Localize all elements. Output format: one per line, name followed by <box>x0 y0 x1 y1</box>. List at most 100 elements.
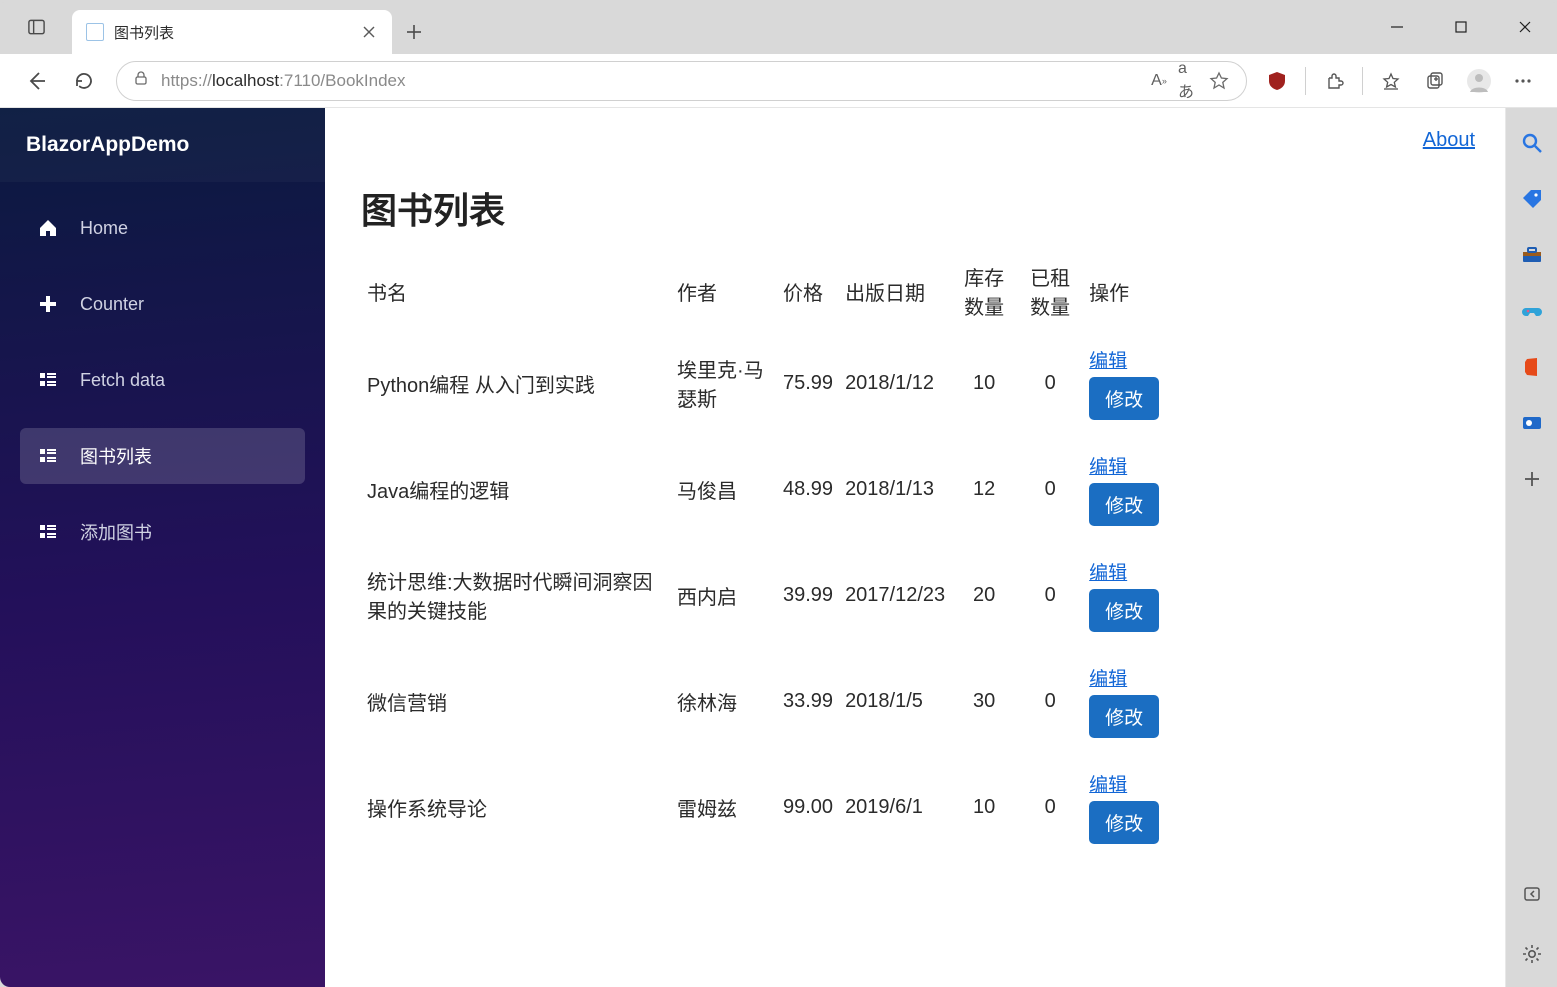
about-link[interactable]: About <box>1423 129 1475 152</box>
cell-actions: 编辑修改 <box>1083 330 1469 436</box>
add-sidebar-icon[interactable] <box>1519 466 1545 492</box>
app-brand: BlazorAppDemo <box>0 108 325 182</box>
list-icon <box>36 368 60 392</box>
back-button[interactable] <box>14 59 58 103</box>
list-icon <box>36 444 60 468</box>
cell-author: 马俊昌 <box>671 436 777 542</box>
page-title: 图书列表 <box>361 182 1469 234</box>
cell-rented: 0 <box>1017 436 1083 542</box>
sidebar-item-label: Counter <box>80 294 144 315</box>
tab-actions-icon[interactable] <box>27 18 46 37</box>
list-icon <box>36 520 60 544</box>
edit-link[interactable]: 编辑 <box>1089 558 1127 585</box>
cell-actions: 编辑修改 <box>1083 754 1469 860</box>
shopping-tag-icon[interactable] <box>1519 186 1545 212</box>
favorite-icon[interactable] <box>1208 70 1230 92</box>
cell-rented: 0 <box>1017 754 1083 860</box>
cell-rented: 0 <box>1017 330 1083 436</box>
url-text: https://localhost:7110/BookIndex <box>161 71 1136 91</box>
cell-title: Java编程的逻辑 <box>361 436 671 542</box>
games-icon[interactable] <box>1519 298 1545 324</box>
cell-author: 雷姆兹 <box>671 754 777 860</box>
table-row: Python编程 从入门到实践埃里克·马瑟斯75.992018/1/12100编… <box>361 330 1469 436</box>
table-row: 微信营销徐林海33.992018/1/5300编辑修改 <box>361 648 1469 754</box>
sidebar-item-label: Fetch data <box>80 370 165 391</box>
cell-author: 徐林海 <box>671 648 777 754</box>
cell-pubdate: 2019/6/1 <box>839 754 951 860</box>
edit-link[interactable]: 编辑 <box>1089 664 1127 691</box>
ublock-icon[interactable] <box>1257 61 1297 101</box>
collapse-sidebar-icon[interactable] <box>1519 881 1545 907</box>
new-tab-button[interactable] <box>392 10 436 54</box>
home-icon <box>36 216 60 240</box>
refresh-button[interactable] <box>62 59 106 103</box>
cell-rented: 0 <box>1017 542 1083 648</box>
browser-tab[interactable]: 图书列表 <box>72 10 392 54</box>
cell-title: Python编程 从入门到实践 <box>361 330 671 436</box>
cell-title: 微信营销 <box>361 648 671 754</box>
modify-button[interactable]: 修改 <box>1089 483 1159 526</box>
window-maximize-button[interactable] <box>1429 0 1493 54</box>
cell-stock: 30 <box>951 648 1017 754</box>
cell-pubdate: 2018/1/12 <box>839 330 951 436</box>
cell-actions: 编辑修改 <box>1083 648 1469 754</box>
url-input[interactable]: https://localhost:7110/BookIndex A» aあ <box>116 61 1247 101</box>
modify-button[interactable]: 修改 <box>1089 695 1159 738</box>
cell-price: 99.00 <box>777 754 839 860</box>
cell-title: 操作系统导论 <box>361 754 671 860</box>
tab-favicon <box>86 23 104 41</box>
profile-icon[interactable] <box>1459 61 1499 101</box>
cell-author: 埃里克·马瑟斯 <box>671 330 777 436</box>
more-menu-icon[interactable] <box>1503 61 1543 101</box>
table-row: 操作系统导论雷姆兹99.002019/6/1100编辑修改 <box>361 754 1469 860</box>
favorites-bar-icon[interactable] <box>1371 61 1411 101</box>
modify-button[interactable]: 修改 <box>1089 377 1159 420</box>
window-close-button[interactable] <box>1493 0 1557 54</box>
book-table: 书名 作者 价格 出版日期 库存数量 已租数量 操作 Python编程 从入门到… <box>361 252 1469 860</box>
cell-author: 西内启 <box>671 542 777 648</box>
th-author: 作者 <box>671 252 777 330</box>
cell-stock: 10 <box>951 754 1017 860</box>
cell-rented: 0 <box>1017 648 1083 754</box>
table-row: Java编程的逻辑马俊昌48.992018/1/13120编辑修改 <box>361 436 1469 542</box>
outlook-icon[interactable] <box>1519 410 1545 436</box>
cell-actions: 编辑修改 <box>1083 436 1469 542</box>
main-content: About 图书列表 书名 作者 价格 出版日期 库存数量 <box>325 108 1505 987</box>
table-row: 统计思维:大数据时代瞬间洞察因果的关键技能西内启39.992017/12/232… <box>361 542 1469 648</box>
extensions-icon[interactable] <box>1314 61 1354 101</box>
read-aloud-icon[interactable]: A» <box>1148 70 1170 92</box>
toolbar-divider <box>1305 67 1306 95</box>
th-pubdate: 出版日期 <box>839 252 951 330</box>
edit-link[interactable]: 编辑 <box>1089 346 1127 373</box>
sidebar-item-addbook[interactable]: 添加图书 <box>20 504 305 560</box>
th-rented: 已租数量 <box>1017 252 1083 330</box>
tab-title: 图书列表 <box>114 22 350 43</box>
cell-stock: 10 <box>951 330 1017 436</box>
collections-icon[interactable] <box>1415 61 1455 101</box>
toolbar-divider <box>1362 67 1363 95</box>
sidebar-item-fetchdata[interactable]: Fetch data <box>20 352 305 408</box>
th-stock: 库存数量 <box>951 252 1017 330</box>
sidebar-item-counter[interactable]: Counter <box>20 276 305 332</box>
modify-button[interactable]: 修改 <box>1089 801 1159 844</box>
settings-icon[interactable] <box>1519 941 1545 967</box>
window-titlebar: 图书列表 <box>0 0 1557 54</box>
window-minimize-button[interactable] <box>1365 0 1429 54</box>
edit-link[interactable]: 编辑 <box>1089 452 1127 479</box>
translate-icon[interactable]: aあ <box>1178 70 1200 92</box>
sidebar-item-home[interactable]: Home <box>20 200 305 256</box>
tab-close-button[interactable] <box>360 23 378 41</box>
address-bar: https://localhost:7110/BookIndex A» aあ <box>0 54 1557 108</box>
search-icon[interactable] <box>1519 130 1545 156</box>
toolbox-icon[interactable] <box>1519 242 1545 268</box>
th-actions: 操作 <box>1083 252 1469 330</box>
edit-link[interactable]: 编辑 <box>1089 770 1127 797</box>
cell-price: 39.99 <box>777 542 839 648</box>
modify-button[interactable]: 修改 <box>1089 589 1159 632</box>
cell-actions: 编辑修改 <box>1083 542 1469 648</box>
lock-icon <box>133 70 149 91</box>
plus-icon <box>36 292 60 316</box>
sidebar-item-booklist[interactable]: 图书列表 <box>20 428 305 484</box>
cell-stock: 20 <box>951 542 1017 648</box>
office-icon[interactable] <box>1519 354 1545 380</box>
